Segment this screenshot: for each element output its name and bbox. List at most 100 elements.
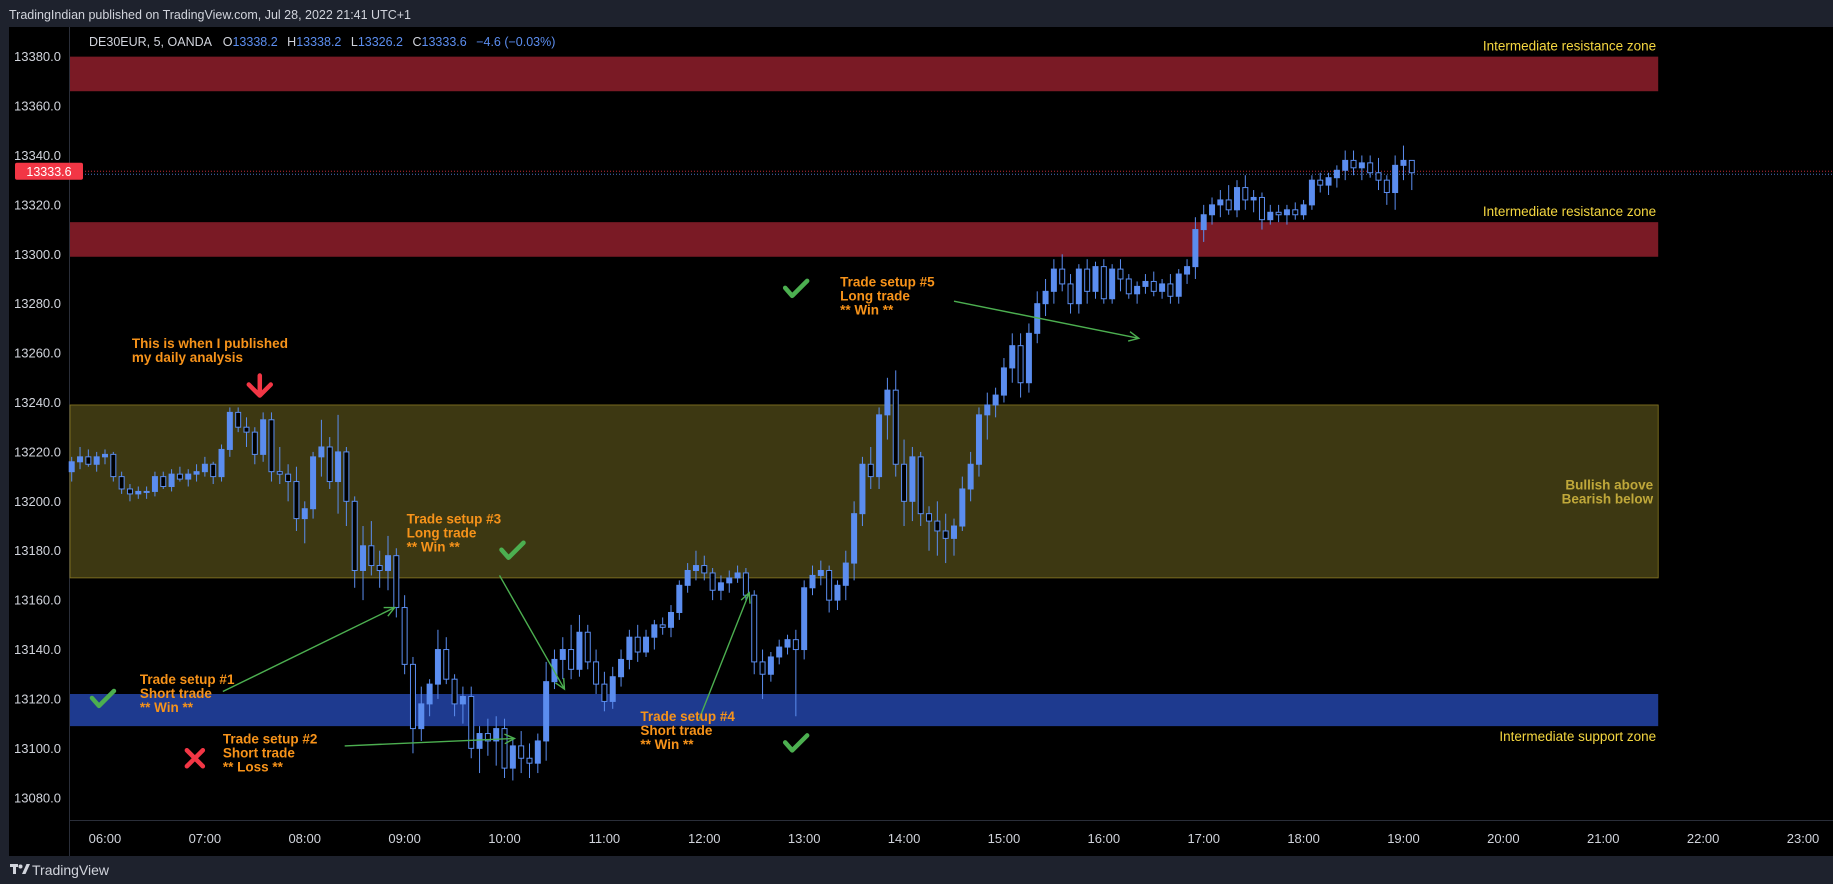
candle-body — [659, 624, 666, 628]
candle-body — [434, 649, 441, 685]
candle-body — [584, 631, 591, 663]
legend-h-label: H — [287, 35, 296, 49]
candlestick-chart[interactable]: Intermediate resistance zone Intermediate… — [9, 27, 1833, 856]
candle-body — [701, 565, 708, 574]
candle-body — [1258, 196, 1265, 221]
y-tick-label: 13140.0 — [14, 642, 61, 657]
published-header: TradingIndian published on TradingView.c… — [0, 0, 1833, 27]
candle-body — [559, 649, 566, 660]
x-tick-label: 11:00 — [589, 831, 621, 846]
candle-body — [151, 476, 158, 492]
candle-body — [143, 490, 150, 493]
candle-body — [1217, 199, 1224, 206]
candle-body — [476, 733, 483, 749]
y-tick-label: 13380.0 — [14, 49, 61, 64]
resistance-zone-upper-label: Intermediate resistance zone — [1483, 39, 1656, 54]
resistance-zone-lower — [70, 222, 1659, 257]
last-price-badge: 13333.6 — [15, 162, 83, 180]
candle-body — [310, 456, 317, 510]
neutral-zone-label-1: Bearish below — [1562, 491, 1654, 506]
candle-body — [526, 757, 533, 764]
x-tick-label: 23:00 — [1787, 831, 1820, 846]
candle-body — [684, 569, 691, 586]
trade-setup-1-line-2: ** Win ** — [140, 700, 194, 715]
candle-body — [1333, 169, 1340, 179]
candle-body — [77, 456, 84, 463]
resistance-zone-upper — [70, 56, 1659, 92]
x-tick-label: 15:00 — [988, 831, 1021, 846]
candle-body — [393, 555, 400, 609]
candle-body — [926, 513, 933, 522]
candle-body — [601, 683, 608, 702]
candle-body — [543, 681, 550, 742]
trade-setup-3-line-2: ** Win ** — [407, 540, 461, 555]
candle-body — [776, 646, 783, 658]
candle-body — [276, 471, 283, 475]
tradingview-logo-icon[interactable] — [10, 862, 30, 876]
candle-body — [1192, 229, 1199, 268]
candle-body — [609, 676, 616, 702]
legend-l-value: 13326.2 — [358, 35, 403, 49]
candle-body — [443, 649, 450, 680]
candle-body — [901, 463, 908, 502]
y-tick-label: 13160.0 — [14, 593, 61, 608]
trade-setup-1-line-1: Short trade — [140, 686, 213, 701]
candle-body — [751, 594, 758, 663]
candle-body — [368, 545, 375, 567]
candle-body — [243, 426, 250, 433]
x-tick-label: 17:00 — [1187, 831, 1220, 846]
trade-setup-2-line-0: Trade setup #2 — [223, 731, 318, 746]
trade-setup-4-line-2: ** Win ** — [640, 737, 694, 752]
candle-body — [1117, 268, 1124, 280]
trade-setup-3-line-1: Long trade — [407, 526, 477, 541]
candle-body — [101, 453, 108, 458]
candle-body — [1125, 278, 1132, 295]
candle-body — [626, 636, 633, 660]
candle-body — [593, 661, 600, 685]
candle-body — [176, 473, 183, 480]
ohlc-legend: DE30EUR, 5, OANDA O13338.2 H13338.2 L133… — [89, 35, 555, 49]
candle-body — [251, 431, 258, 455]
candle-body — [1367, 162, 1374, 174]
candle-body — [867, 463, 874, 478]
tradingview-brand[interactable]: TradingView — [32, 858, 109, 882]
candle-body — [709, 572, 716, 591]
legend-c-value: 13333.6 — [422, 35, 467, 49]
candle-body — [1109, 268, 1116, 300]
candle-body — [218, 448, 225, 478]
candle-body — [318, 446, 325, 458]
candle-body — [1200, 214, 1207, 231]
candle-body — [717, 582, 724, 591]
trade-setup-3-line-0: Trade setup #3 — [407, 512, 502, 527]
y-tick-label: 13080.0 — [14, 790, 61, 805]
publish-note-line-0: This is when I published — [132, 336, 288, 351]
candle-body — [1167, 283, 1174, 297]
candle-body — [1084, 268, 1091, 292]
candle-body — [568, 649, 575, 670]
candle-body — [1184, 266, 1191, 275]
legend-change: −4.6 (−0.03%) — [476, 35, 555, 49]
candle-body — [817, 569, 824, 576]
x-tick-label: 20:00 — [1487, 831, 1520, 846]
x-tick-label: 22:00 — [1687, 831, 1720, 846]
candle-body — [1242, 187, 1249, 201]
candle-body — [1392, 164, 1399, 194]
candle-body — [1342, 159, 1349, 171]
candle-body — [93, 456, 100, 465]
candle-body — [301, 508, 308, 520]
candle-body — [834, 584, 841, 601]
price-badge-text: 13333.6 — [26, 165, 71, 179]
legend-o-value: 13338.2 — [232, 35, 277, 49]
support-zone-label: Intermediate support zone — [1499, 729, 1656, 744]
candle-body — [892, 389, 899, 465]
candle-body — [884, 389, 891, 416]
candle-body — [509, 745, 516, 769]
candle-body — [110, 453, 117, 478]
candle-body — [118, 476, 125, 490]
candle-body — [742, 572, 749, 596]
candle-body — [917, 456, 924, 515]
candle-body — [235, 411, 242, 428]
candle-body — [942, 530, 949, 539]
candle-body — [459, 695, 466, 705]
candle-body — [576, 631, 583, 670]
